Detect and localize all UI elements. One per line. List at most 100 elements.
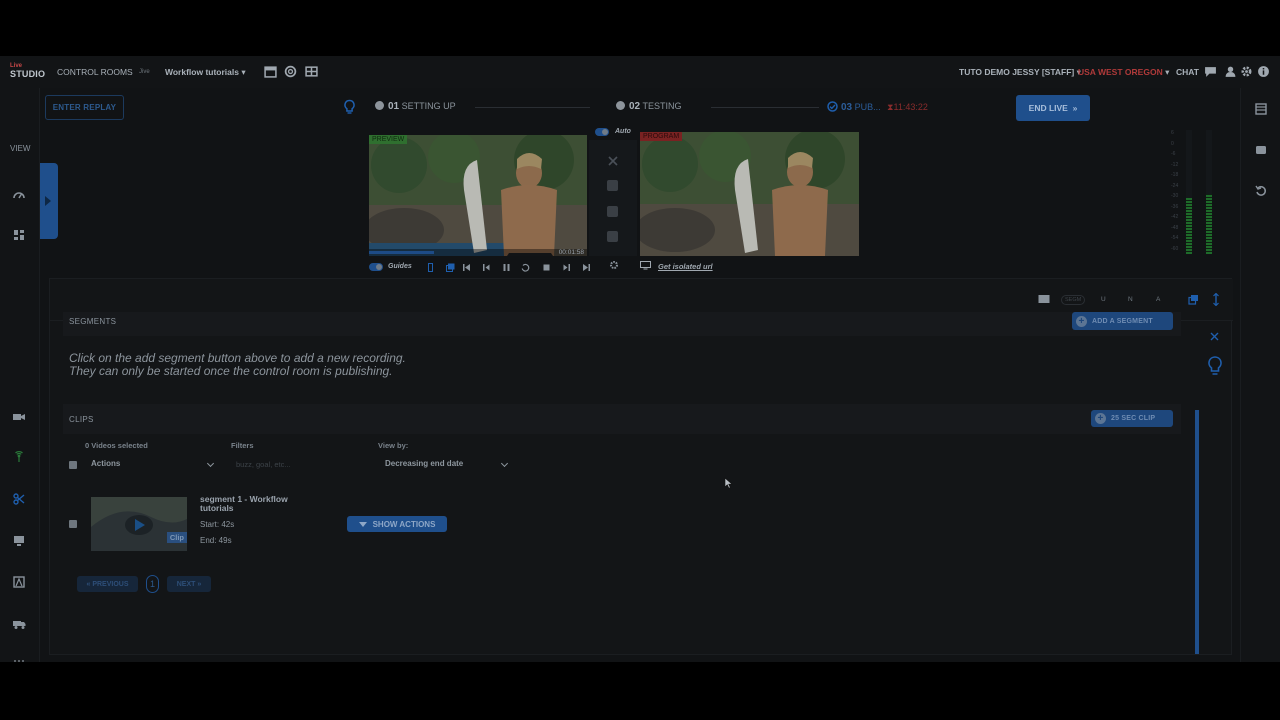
broadcast-icon[interactable]	[12, 450, 26, 464]
sidebar-expand-tab[interactable]	[40, 163, 58, 239]
toolbar-u-button[interactable]: U	[1101, 296, 1106, 303]
region-selector[interactable]: USA WEST OREGON ▾	[1078, 67, 1169, 78]
clip-row-checkbox[interactable]	[69, 520, 77, 528]
meter-level	[1186, 198, 1192, 254]
keyboard-icon[interactable]	[1038, 294, 1050, 304]
preview-timecode: 00:01:58	[558, 249, 584, 256]
segments-header: SEGMENTS + ADD A SEGMENT	[63, 312, 1181, 336]
pause-icon[interactable]	[502, 263, 511, 272]
segment-count-pill[interactable]: SEGM	[1061, 295, 1086, 305]
select-all-checkbox[interactable]	[69, 461, 77, 469]
guides-label: Guides	[388, 263, 412, 270]
preview-tag: PREVIEW	[369, 135, 408, 144]
cut-transition-icon[interactable]	[607, 155, 619, 167]
layout-icon[interactable]	[305, 65, 318, 78]
camera-icon[interactable]	[12, 410, 26, 424]
lightbulb-icon[interactable]	[343, 99, 356, 116]
fade-transition-icon[interactable]	[607, 180, 618, 191]
support-icon[interactable]	[284, 65, 297, 78]
media-icon[interactable]	[1255, 144, 1267, 156]
toolbar-n-button[interactable]: N	[1128, 296, 1133, 303]
monitor-icon[interactable]	[640, 261, 651, 270]
auto-toggle[interactable]	[595, 128, 609, 136]
user-name: TUTO DEMO JESSY [STAFF]	[959, 67, 1075, 77]
grid-icon[interactable]	[12, 228, 26, 242]
meter-scale-label: -6	[1171, 151, 1176, 157]
graphics-icon[interactable]	[12, 575, 26, 589]
chat-icon[interactable]	[1204, 65, 1217, 78]
meter-scale-label: -30	[1171, 193, 1179, 199]
clip-thumbnail[interactable]: Clip	[91, 497, 187, 551]
room-name: Workflow tutorials	[165, 67, 239, 77]
user-menu[interactable]: TUTO DEMO JESSY [STAFF] ▾	[959, 67, 1081, 78]
add-clip-button[interactable]: +25 SEC CLIP	[1091, 410, 1173, 427]
stinger-transition-icon[interactable]	[607, 231, 618, 242]
show-actions-button[interactable]: SHOW ACTIONS	[347, 516, 447, 532]
meter-scale-label: -12	[1171, 161, 1179, 168]
add-segment-button[interactable]: + ADD A SEGMENT	[1072, 312, 1173, 330]
step-number: 02	[629, 101, 641, 112]
undo-icon[interactable]	[1255, 185, 1267, 197]
meter-scale-label: -18	[1171, 172, 1179, 178]
next-page-button[interactable]: NEXT »	[167, 576, 211, 592]
user-icon[interactable]	[1224, 65, 1237, 78]
step-number: 01	[388, 101, 400, 112]
chat-link[interactable]: CHAT	[1176, 67, 1199, 77]
studio-logo[interactable]: Live STUDIO	[10, 63, 46, 81]
scissors-icon[interactable]	[12, 492, 26, 506]
calendar-icon[interactable]	[264, 65, 277, 78]
room-selector[interactable]: Workflow tutorials ▾	[165, 67, 246, 78]
preview-scrubber[interactable]	[369, 249, 587, 256]
view-by-select[interactable]: Decreasing end date	[385, 459, 510, 473]
skip-start-icon[interactable]	[462, 263, 471, 272]
isolated-url-link[interactable]: Get isolated url	[658, 262, 713, 271]
clip-end: End: 49s	[200, 536, 232, 545]
view-label[interactable]: VIEW	[10, 144, 30, 153]
hint-lightbulb-icon[interactable]	[1207, 355, 1223, 377]
guides-toggle[interactable]	[369, 263, 383, 271]
page-number-current[interactable]: 1	[146, 575, 159, 593]
mixer-icon[interactable]	[12, 658, 26, 662]
stop-icon[interactable]	[542, 263, 551, 272]
overlay-icon[interactable]	[12, 534, 26, 548]
replay-icon[interactable]	[521, 263, 530, 272]
mouse-cursor-icon	[724, 477, 733, 489]
check-circle-icon	[827, 101, 838, 112]
region-name: USA WEST	[1078, 67, 1123, 77]
list-icon[interactable]	[1255, 103, 1267, 115]
show-actions-label: SHOW ACTIONS	[372, 519, 436, 529]
wipe-transition-icon[interactable]	[607, 206, 618, 217]
vertical-resize-icon[interactable]	[1212, 293, 1220, 306]
enter-replay-button[interactable]: ENTER REPLAY	[45, 95, 124, 120]
plus-icon: +	[1095, 413, 1106, 424]
step-connector	[475, 107, 590, 108]
end-live-label: END LIVE	[1028, 103, 1068, 113]
phone-icon[interactable]	[426, 263, 435, 272]
surfer-frame-program	[640, 132, 859, 256]
windows-icon[interactable]	[1188, 294, 1199, 305]
meter-scale-label: -54	[1171, 235, 1179, 241]
truck-icon[interactable]	[12, 617, 26, 631]
dashboard-gauge-icon[interactable]	[12, 188, 26, 202]
meter-scale-label: -60	[1171, 245, 1179, 252]
info-icon[interactable]	[1257, 65, 1270, 78]
close-icon[interactable]	[1210, 332, 1219, 341]
control-rooms-link[interactable]: CONTROL ROOMS	[57, 67, 133, 77]
settings-icon[interactable]	[1240, 65, 1253, 78]
right-sidebar	[1240, 88, 1280, 662]
filter-placeholder: buzz, goal, etc...	[236, 460, 291, 469]
step-forward-icon[interactable]	[562, 263, 571, 272]
toolbar-a-button[interactable]: A	[1156, 296, 1160, 303]
skip-end-icon[interactable]	[582, 263, 591, 272]
add-segment-label: ADD A SEGMENT	[1092, 317, 1153, 325]
copy-icon[interactable]	[446, 263, 455, 272]
actions-select[interactable]: Actions	[91, 459, 216, 473]
gear-icon[interactable]	[609, 260, 619, 270]
filter-input[interactable]: buzz, goal, etc...	[236, 460, 356, 474]
preview-video[interactable]: PREVIEW 00:01:58	[369, 135, 587, 256]
segments-empty-line1: Click on the add segment button above to…	[69, 351, 406, 365]
step-back-icon[interactable]	[482, 263, 491, 272]
end-live-button[interactable]: END LIVE »	[1016, 95, 1090, 121]
panel-scrollbar[interactable]	[1195, 410, 1199, 654]
previous-page-button[interactable]: « PREVIOUS	[77, 576, 138, 592]
